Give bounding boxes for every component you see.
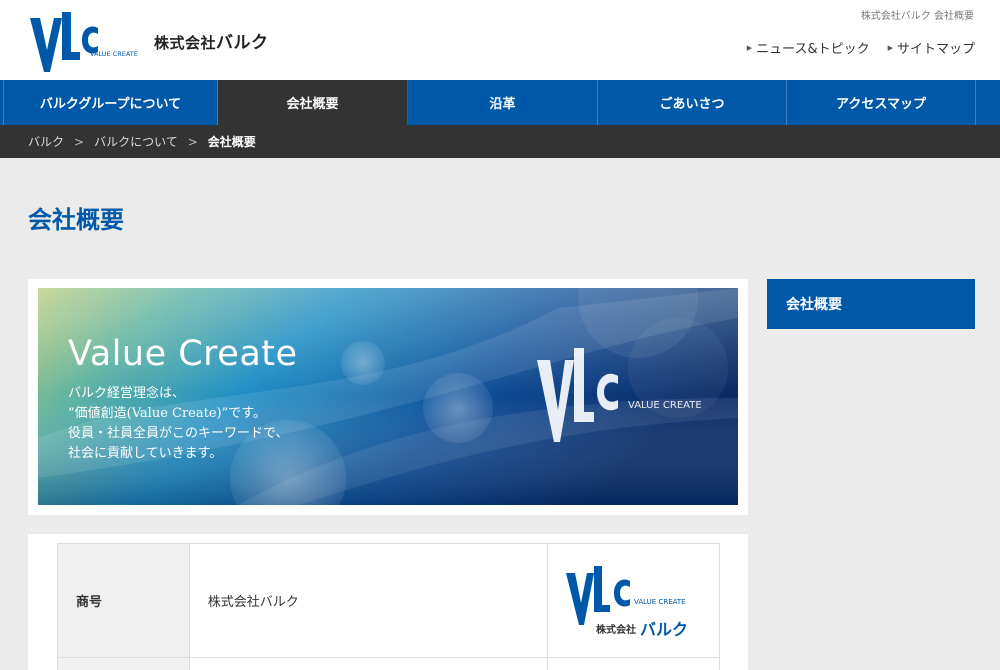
row-value-empty [188, 657, 549, 670]
banner-line: ”価値創造(Value Create)”です。 [68, 406, 266, 421]
sitemap-label: サイトマップ [896, 42, 975, 57]
global-nav: バルクグループについて 会社概要 沿革 ごあいさつ アクセスマップ [0, 80, 1000, 125]
banner-line: 社会に貢献していきます。 [68, 446, 223, 461]
breadcrumb: バルク > バルクについて > 会社概要 [0, 125, 1000, 158]
logo-tagline: VALUE CREATE [90, 50, 138, 58]
value-create-banner: Value Create バルク経営理念は、 ”価値創造(Value Creat… [38, 288, 738, 505]
banner-card: Value Create バルク経営理念は、 ”価値創造(Value Creat… [28, 279, 748, 515]
table-logo-tagline: VALUE CREATE [634, 598, 686, 606]
breadcrumb-about[interactable]: バルクについて [94, 133, 178, 150]
nav-label: アクセスマップ [836, 97, 926, 112]
sitemap-link[interactable]: ▶ サイトマップ [888, 38, 975, 57]
page-title: 会社概要 [28, 206, 124, 234]
news-topics-label: ニュース&トピック [756, 42, 870, 57]
nav-item-history[interactable]: 沿革 [408, 80, 598, 125]
row-label-trade-name: 商号 [57, 543, 190, 658]
triangle-right-icon: ▶ [746, 43, 753, 52]
table-row [57, 657, 720, 670]
breadcrumb-current: 会社概要 [207, 135, 256, 149]
triangle-right-icon: ▶ [887, 43, 893, 52]
banner-philosophy-text: バルク経営理念は、 ”価値創造(Value Create)”です。 役員・社員全… [68, 384, 288, 464]
nav-label: 会社概要 [286, 97, 339, 112]
nav-label: ごあいさつ [659, 97, 725, 112]
company-name-main: バルク [216, 33, 269, 53]
vlc-company-logo: VALUE CREATE 株式会社 バルク [565, 565, 688, 639]
banner-heading: Value Create [68, 334, 298, 374]
row-label-empty [57, 657, 190, 670]
site-header: VALUE CREATE 株式会社バルク 株式会社バルク 会社概要 ▶ ニュース… [0, 0, 1000, 80]
nav-item-access-map[interactable]: アクセスマップ [787, 80, 976, 125]
banner-vlc-logo: VALUE CREATE [537, 348, 702, 442]
utility-links: ▶ ニュース&トピック ▶ サイトマップ [747, 38, 975, 57]
table-row: 商号 株式会社バルク VALUE CREATE 株式会社 バルク [57, 543, 720, 658]
company-prefix: 株式会社 [154, 34, 217, 52]
breadcrumb-separator: > [74, 134, 85, 149]
nav-label: バルクグループについて [39, 97, 182, 112]
banner-line: バルク経営理念は、 [68, 386, 186, 401]
nav-item-company-profile[interactable]: 会社概要 [218, 80, 408, 125]
nav-label: 沿革 [489, 97, 516, 112]
nav-item-greeting[interactable]: ごあいさつ [598, 80, 787, 125]
table-logo-prefix: 株式会社 [596, 623, 636, 636]
company-name: 株式会社バルク [154, 28, 269, 53]
breadcrumb-home[interactable]: バルク [28, 133, 64, 150]
company-info-table: 商号 株式会社バルク VALUE CREATE 株式会社 バルク [57, 543, 720, 670]
logo-cell: VALUE CREATE 株式会社 バルク [547, 543, 720, 658]
vlc-logo[interactable]: VALUE CREATE [28, 10, 153, 72]
company-info-card: 商号 株式会社バルク VALUE CREATE 株式会社 バルク [28, 534, 748, 670]
banner-line: 役員・社員全員がこのキーワードで、 [68, 426, 289, 441]
row-cell-empty [547, 657, 720, 670]
table-logo-name: バルク [640, 620, 688, 639]
banner-logo-tagline: VALUE CREATE [628, 400, 702, 411]
nav-item-about-group[interactable]: バルクグループについて [3, 80, 218, 125]
news-topics-link[interactable]: ▶ ニュース&トピック [747, 38, 870, 57]
row-value-trade-name: 株式会社バルク [188, 543, 549, 658]
header-breadcrumb: 株式会社バルク 会社概要 [860, 11, 974, 22]
breadcrumb-separator: > [187, 134, 198, 149]
sidebar-company-profile[interactable]: 会社概要 [767, 279, 975, 329]
